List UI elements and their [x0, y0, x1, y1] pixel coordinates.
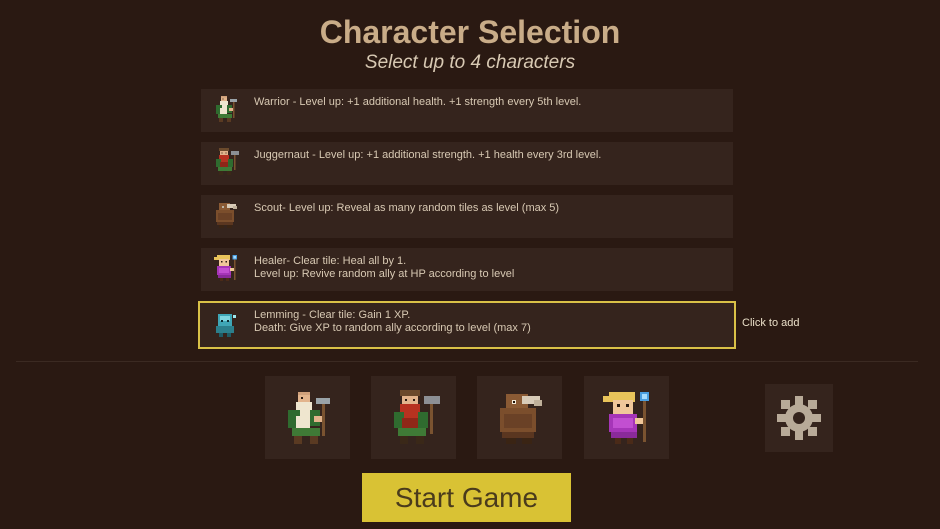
character-description: Warrior - Level up: +1 additional health… [254, 96, 582, 108]
page-subtitle: Select up to 4 characters [364, 52, 576, 73]
divider [16, 361, 918, 362]
character-row-healer[interactable]: Healer- Clear tile: Heal all by 1. Level… [201, 248, 733, 291]
party-slot-scout[interactable] [477, 376, 562, 459]
character-row-lemming[interactable]: Lemming - Clear tile: Gain 1 XP. Death: … [198, 301, 736, 349]
gear-icon [777, 396, 821, 440]
juggernaut-icon [216, 148, 239, 175]
party-slot-healer[interactable] [584, 376, 669, 459]
click-to-add-hint: Click to add [742, 317, 800, 329]
character-description: Healer- Clear tile: Heal all by 1. Level… [254, 255, 515, 280]
party-slot-warrior[interactable] [265, 376, 350, 459]
character-list: Warrior - Level up: +1 additional health… [198, 89, 736, 359]
party-slot-juggernaut[interactable] [371, 376, 456, 459]
scout-icon [499, 393, 542, 444]
character-description: Lemming - Clear tile: Gain 1 XP. Death: … [254, 309, 531, 334]
page-title: Character Selection [319, 14, 621, 50]
healer-icon [214, 255, 237, 281]
character-description: Scout- Level up: Reveal as many random t… [254, 202, 560, 214]
character-row-warrior[interactable]: Warrior - Level up: +1 additional health… [201, 89, 733, 132]
healer-icon [602, 391, 649, 444]
start-game-button[interactable]: Start Game [362, 473, 571, 522]
warrior-icon [216, 96, 237, 122]
character-row-juggernaut[interactable]: Juggernaut - Level up: +1 additional str… [201, 142, 733, 185]
settings-button[interactable] [765, 384, 833, 452]
juggernaut-icon [393, 389, 440, 444]
character-description: Juggernaut - Level up: +1 additional str… [254, 149, 602, 161]
scout-icon [216, 203, 237, 228]
warrior-icon [287, 391, 330, 444]
lemming-icon [216, 314, 236, 337]
character-row-scout[interactable]: Scout- Level up: Reveal as many random t… [201, 195, 733, 238]
